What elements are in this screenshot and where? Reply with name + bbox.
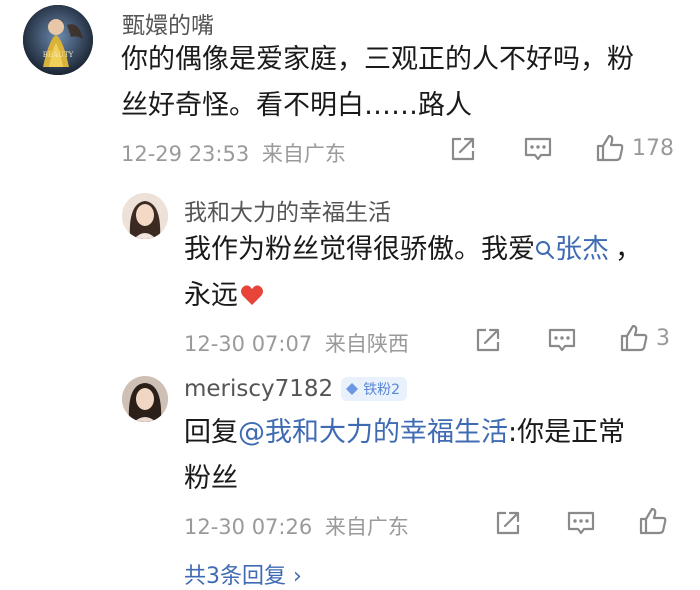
reply-text-suffix: ， — [615, 234, 642, 265]
share-icon — [476, 328, 500, 352]
heart-icon — [241, 285, 263, 305]
comment-text-line: 你的偶像是爱家庭，三观正的人不好吗，粉 — [121, 44, 634, 75]
reply-target-link[interactable]: @我和大力的幸福生活 — [238, 417, 508, 448]
reply-text: 回复@我和大力的幸福生活:你是正常 粉丝 — [184, 410, 684, 502]
reply-text-line2: 永远 — [184, 280, 238, 311]
fan-badge[interactable]: 铁粉2 — [341, 377, 408, 401]
reply-text-suffix: :你是正常 — [508, 417, 626, 448]
timestamp: 12-30 07:26 — [184, 515, 313, 539]
reply-button[interactable] — [547, 325, 577, 355]
like-count: 3 — [656, 325, 670, 351]
share-icon — [496, 511, 520, 535]
reply-meta: 12-30 07:26 来自广东 — [184, 511, 409, 541]
reply-text-line: 我作为粉丝觉得很骄傲。我爱 张杰， — [184, 227, 684, 273]
comment-text-line: 丝好奇怪。看不明白……路人 — [121, 90, 472, 121]
timestamp: 12-30 07:07 — [184, 332, 313, 356]
avatar[interactable] — [122, 193, 168, 239]
user-avatar-icon — [122, 193, 168, 239]
reply-username-row: meriscy7182 铁粉2 — [184, 376, 408, 402]
share-button[interactable] — [473, 325, 503, 355]
share-button[interactable] — [493, 508, 523, 538]
thumbs-up-icon — [620, 324, 648, 352]
location: 来自广东 — [261, 142, 346, 166]
diamond-icon — [346, 383, 359, 395]
like-button[interactable]: 3 — [618, 322, 670, 354]
fan-badge-label: 铁粉2 — [363, 382, 401, 398]
comment-icon — [524, 137, 552, 161]
beauty-and-the-beast-icon: BEAUTY — [23, 5, 93, 75]
more-replies-link[interactable]: 共3条回复 › — [184, 558, 302, 590]
reply-button[interactable] — [566, 508, 596, 538]
reply-username[interactable]: 我和大力的幸福生活 — [184, 193, 391, 227]
comment-icon — [548, 328, 576, 352]
comment-meta: 12-29 23:53 来自广东 — [121, 138, 346, 168]
reply-text-line: 永远 — [184, 273, 684, 319]
user-avatar-icon — [122, 376, 168, 422]
reply-meta: 12-30 07:07 来自陕西 — [184, 328, 409, 358]
thumbs-up-icon — [639, 507, 667, 535]
mention-link[interactable]: 张杰 — [535, 234, 609, 265]
like-button[interactable] — [637, 505, 669, 537]
comment-username[interactable]: 甄嬛的嘴 — [122, 6, 214, 40]
avatar[interactable]: BEAUTY — [23, 5, 93, 75]
location: 来自广东 — [324, 515, 409, 539]
location: 来自陕西 — [324, 332, 409, 356]
reply-text-line: 粉丝 — [184, 463, 238, 494]
search-icon — [536, 241, 554, 259]
reply-button[interactable] — [523, 134, 553, 164]
comment-text: 你的偶像是爱家庭，三观正的人不好吗，粉 丝好奇怪。看不明白……路人 — [121, 37, 681, 129]
thumbs-up-icon — [596, 134, 624, 162]
svg-text:BEAUTY: BEAUTY — [43, 51, 74, 59]
reply-prefix: 回复 — [184, 417, 238, 448]
like-button[interactable]: 178 — [594, 132, 674, 164]
share-button[interactable] — [448, 134, 478, 164]
reply-text: 我作为粉丝觉得很骄傲。我爱 张杰， 永远 — [184, 227, 684, 319]
like-count: 178 — [632, 135, 674, 161]
comment-icon — [567, 511, 595, 535]
share-icon — [451, 137, 475, 161]
avatar[interactable] — [122, 376, 168, 422]
reply-text-line: 回复@我和大力的幸福生活:你是正常 — [184, 410, 684, 456]
mention-text: 张杰 — [555, 234, 609, 265]
timestamp: 12-29 23:53 — [121, 142, 250, 166]
reply-text-prefix: 我作为粉丝觉得很骄傲。我爱 — [184, 234, 535, 265]
reply-username[interactable]: meriscy7182 — [184, 376, 333, 402]
